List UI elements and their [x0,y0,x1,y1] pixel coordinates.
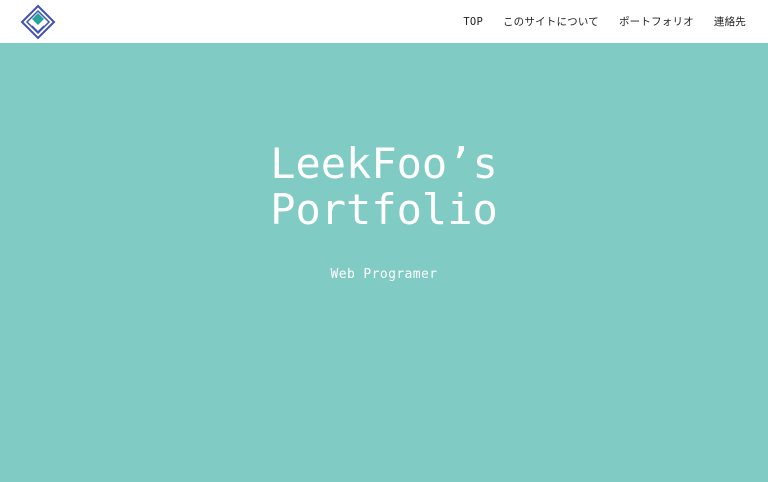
site-header: TOP このサイトについて ポートフォリオ 連絡先 [0,0,768,43]
main-nav: TOP このサイトについて ポートフォリオ 連絡先 [463,0,746,43]
hero-subtitle: Web Programer [330,267,438,282]
nav-item-portfolio[interactable]: ポートフォリオ [619,14,694,29]
hero-title-line-1: LeekFoo’s [270,139,498,188]
nav-item-contact[interactable]: 連絡先 [714,14,746,29]
hero-title: LeekFoo’s Portfolio [0,141,768,233]
nav-item-top[interactable]: TOP [463,16,483,28]
hero-section [0,43,768,482]
nav-item-about[interactable]: このサイトについて [503,14,599,29]
hero-title-line-2: Portfolio [270,185,498,234]
diamond-logo-icon[interactable] [20,4,56,40]
